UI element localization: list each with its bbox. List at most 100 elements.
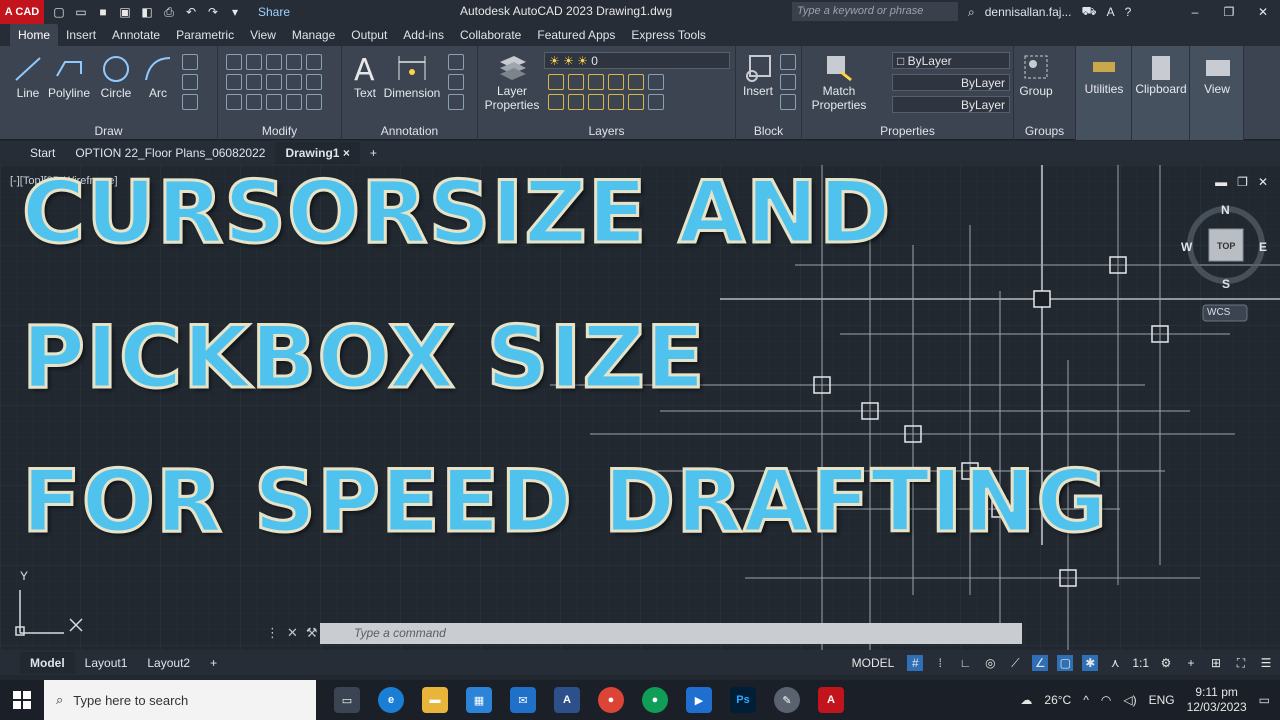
close-tab-icon[interactable]: ×	[343, 146, 350, 160]
app-logo[interactable]: A CAD	[0, 0, 44, 24]
user-name[interactable]: dennisallan.faj...	[985, 5, 1072, 19]
vp-close-icon[interactable]: ✕	[1258, 175, 1268, 189]
block-panel-title[interactable]: Block	[736, 122, 801, 140]
compass-south[interactable]: S	[1222, 277, 1230, 291]
add-layout-icon[interactable]: +	[200, 652, 227, 674]
drawing-area[interactable]: [-][Top][2D Wireframe] ▬ ❐ ✕ N S W E TOP…	[0, 165, 1280, 650]
properties-panel-title[interactable]: Properties	[802, 122, 1013, 140]
region-icon[interactable]	[182, 94, 198, 110]
panel-clipboard[interactable]: Clipboard	[1132, 46, 1190, 140]
arc-tool[interactable]: Arc	[140, 54, 176, 100]
ortho-icon[interactable]: ∟	[957, 655, 973, 671]
table-icon[interactable]	[448, 94, 464, 110]
annotation-visibility-icon[interactable]: ⋏	[1107, 655, 1123, 671]
polyline-tool[interactable]: Polyline	[46, 54, 92, 100]
layer-walk-icon[interactable]	[628, 94, 644, 110]
autocad-taskbar-icon[interactable]: A	[818, 687, 844, 713]
chamfer-icon[interactable]	[306, 94, 322, 110]
erase-icon[interactable]	[306, 54, 322, 70]
layer-unisolate-icon[interactable]	[608, 94, 624, 110]
osnap-icon[interactable]: ▢	[1057, 655, 1074, 671]
model-space-button[interactable]: MODEL	[848, 654, 899, 672]
cart-icon[interactable]: ⛟	[1081, 4, 1096, 20]
draw-panel-title[interactable]: Draw	[0, 122, 217, 140]
close-command-icon[interactable]: ✕	[287, 625, 298, 641]
polar-icon[interactable]: ◎	[982, 655, 998, 671]
modify-panel-title[interactable]: Modify	[218, 122, 341, 140]
temperature[interactable]: 26°C	[1044, 693, 1071, 707]
new-file-icon[interactable]: ▢	[52, 5, 66, 19]
fullscreen-icon[interactable]: ⛶	[1233, 655, 1249, 671]
compass-west[interactable]: W	[1181, 240, 1192, 254]
search-icon[interactable]: ⌕	[968, 5, 975, 20]
redo-icon[interactable]: ↷	[206, 5, 220, 19]
layer-state-icon[interactable]	[648, 74, 664, 90]
help-icon[interactable]: ?	[1125, 5, 1132, 19]
lineweight-dropdown[interactable]: ByLayer	[892, 96, 1010, 113]
ribbon-tab-parametric[interactable]: Parametric	[168, 24, 242, 46]
print-icon[interactable]: ⎙	[162, 5, 176, 19]
panel-utilities[interactable]: Utilities	[1076, 46, 1132, 140]
hatch-icon[interactable]	[182, 74, 198, 90]
taskbar-search[interactable]: ⌕ Type here to search	[44, 680, 316, 720]
vp-restore-icon[interactable]: ❐	[1237, 175, 1248, 189]
layer-properties-tool[interactable]: Layer Properties	[484, 52, 540, 112]
start-button[interactable]	[0, 680, 44, 720]
app-icon[interactable]: ▶	[686, 687, 712, 713]
layer-unlock-icon[interactable]	[588, 94, 604, 110]
search-input[interactable]: Type a keyword or phrase	[792, 2, 958, 21]
utilities-tool[interactable]: Utilities	[1080, 54, 1128, 96]
layers-panel-title[interactable]: Layers	[478, 122, 735, 140]
group-tool[interactable]: Group	[1018, 52, 1054, 98]
ribbon-tab-insert[interactable]: Insert	[58, 24, 104, 46]
panel-view[interactable]: View	[1190, 46, 1244, 140]
text-tool[interactable]: A Text	[348, 52, 382, 100]
isolate-icon[interactable]: ⊞	[1208, 655, 1224, 671]
autocad-launcher-icon[interactable]: A	[554, 687, 580, 713]
groups-panel-title[interactable]: Groups	[1014, 122, 1075, 140]
wcs-label[interactable]: WCS	[1207, 307, 1230, 318]
color-dropdown[interactable]: □ ByLayer	[892, 52, 1010, 69]
layer-merge-icon[interactable]	[648, 94, 664, 110]
stretch-icon[interactable]	[286, 74, 302, 90]
osnap-tracking-icon[interactable]: ∠	[1032, 655, 1049, 671]
paint-icon[interactable]: ✎	[774, 687, 800, 713]
clipboard-tool[interactable]: Clipboard	[1134, 54, 1188, 96]
ribbon-tab-manage[interactable]: Manage	[284, 24, 343, 46]
plus-icon[interactable]: +	[1183, 655, 1199, 671]
trim-icon[interactable]	[266, 54, 282, 70]
rotate-icon[interactable]	[246, 54, 262, 70]
linetype-dropdown[interactable]: ByLayer	[892, 74, 1010, 91]
rectangle-icon[interactable]	[182, 54, 198, 70]
new-tab-icon[interactable]: +	[360, 142, 387, 164]
layer-isolate-icon[interactable]	[608, 74, 624, 90]
copy-icon[interactable]	[226, 74, 242, 90]
ribbon-tab-add-ins[interactable]: Add-ins	[395, 24, 452, 46]
workspace-gear-icon[interactable]: ⚙	[1158, 655, 1174, 671]
scale-dropdown[interactable]: 1:1	[1132, 656, 1149, 670]
ribbon-tab-view[interactable]: View	[242, 24, 284, 46]
chrome-icon[interactable]: ●	[598, 687, 624, 713]
save-icon[interactable]: ■	[96, 5, 110, 19]
ribbon-tab-annotate[interactable]: Annotate	[104, 24, 168, 46]
insert-tool[interactable]: Insert	[740, 52, 776, 98]
grid-icon[interactable]: #	[907, 655, 924, 671]
line-tool[interactable]: Line	[10, 54, 46, 100]
layer-thaw-icon[interactable]	[568, 94, 584, 110]
clock[interactable]: 9:11 pm 12/03/2023	[1187, 685, 1247, 715]
viewcube-top[interactable]: TOP	[1217, 241, 1235, 251]
isodraft-icon[interactable]: ⟋	[1007, 655, 1023, 671]
mtext-icon[interactable]	[448, 74, 464, 90]
minimize-icon[interactable]: –	[1178, 0, 1212, 24]
ribbon-tab-output[interactable]: Output	[343, 24, 395, 46]
fillet-icon[interactable]	[246, 74, 262, 90]
customize-status-icon[interactable]: ☰	[1258, 655, 1274, 671]
qa-dropdown-icon[interactable]: ▾	[228, 5, 242, 19]
annotation-panel-title[interactable]: Annotation	[342, 122, 477, 140]
notification-icon[interactable]: ▭	[1259, 693, 1270, 707]
layer-match-icon[interactable]	[628, 74, 644, 90]
volume-icon[interactable]: ◁)	[1123, 693, 1136, 707]
vp-minimize-icon[interactable]: ▬	[1215, 175, 1227, 189]
tab-start[interactable]: Start	[20, 142, 65, 164]
tab-floor-plans[interactable]: OPTION 22_Floor Plans_06082022	[65, 142, 275, 164]
